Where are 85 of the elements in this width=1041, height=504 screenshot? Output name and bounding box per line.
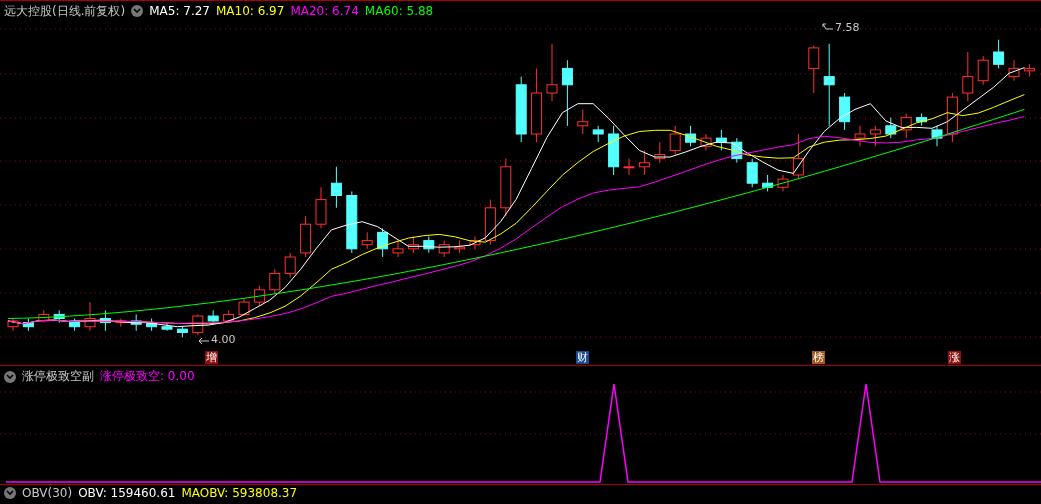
collapse-toggle-icon[interactable] [4,370,16,383]
candlestick [53,309,65,324]
candlestick [977,55,989,86]
candlestick [700,133,712,151]
moving-average-reading: MA60: 5.88 [364,4,434,18]
candlestick [1023,63,1035,78]
candlestick [454,240,466,254]
candlestick [7,318,19,332]
event-marker[interactable]: 涨 [948,351,961,364]
candlestick [192,313,204,336]
indicator-reading: OBV: 159460.61 [78,486,176,500]
price-low-label: 4.00 [211,333,236,346]
candlestick [22,318,34,332]
moving-average-reading: MA5: 7.27 [149,4,210,18]
candlestick [284,252,296,278]
candlestick [223,309,235,324]
event-marker[interactable]: 财 [576,351,589,364]
price-high-label: 7.58 [835,21,860,34]
candlestick [946,92,958,143]
candlestick [546,43,558,102]
candlestick [931,125,943,147]
candlestick [300,215,312,258]
chart-title: 远大控股(日线.前复权) [4,2,126,20]
candlestick [685,125,697,147]
candlestick [161,322,173,332]
candlestick [423,236,435,254]
moving-average-reading: MA10: 6.97 [215,4,285,18]
candlestick [669,125,681,155]
event-marker[interactable]: 榜 [812,351,825,364]
candlestick [469,236,481,250]
leader-line [822,23,834,31]
candlestick [207,309,219,324]
candlestick [515,76,527,143]
candlestick [146,318,158,332]
candlestick [69,318,81,332]
candlestick [808,44,820,94]
candlestick [900,113,912,139]
candlestick [253,285,265,307]
candlestick [746,158,758,188]
collapse-toggle-icon[interactable] [131,5,144,17]
candlestick [993,39,1005,69]
candlestick [777,174,789,192]
candlestick [731,137,743,164]
indicator-title: 涨停极致空副 [22,368,94,385]
candlestick [84,301,96,332]
candlestick [269,268,281,295]
candlestick [130,313,142,332]
candlestick [916,113,928,127]
candlestick [407,236,419,254]
candlestick [315,186,327,229]
candlestick [99,309,111,332]
candlestick [885,117,897,139]
candlestick [839,92,851,131]
indicator-reading: 涨停极致空: 0.00 [100,368,195,385]
candlestick [115,318,127,328]
indicator-title: OBV(30) [22,486,73,500]
candlestick [715,129,727,151]
candlestick [962,51,974,102]
candlestick [762,174,774,192]
candlestick [392,240,404,258]
candlestick [608,125,620,176]
candlestick [346,190,358,254]
candlestick [38,309,50,324]
candlestick [854,125,866,147]
candlestick [361,231,373,250]
candlestick [792,133,804,180]
candlestick [869,125,881,147]
candlestick [561,59,573,127]
candlestick [592,125,604,143]
candlestick [438,240,450,258]
candlestick [484,199,496,246]
candlestick [577,108,589,135]
candlestick [377,227,389,258]
collapse-toggle-icon[interactable] [4,487,16,499]
candlestick [623,158,635,176]
moving-average-reading: MA20: 6.74 [290,4,359,18]
candlestick [176,326,188,338]
candlestick [638,149,650,176]
leader-line [198,337,210,345]
candlestick [1008,59,1020,82]
candlestick [238,297,250,317]
event-marker[interactable]: 增 [205,351,218,364]
candlestick [654,141,666,164]
candlestick [330,166,342,209]
indicator-reading: MAOBV: 593808.37 [181,486,298,500]
